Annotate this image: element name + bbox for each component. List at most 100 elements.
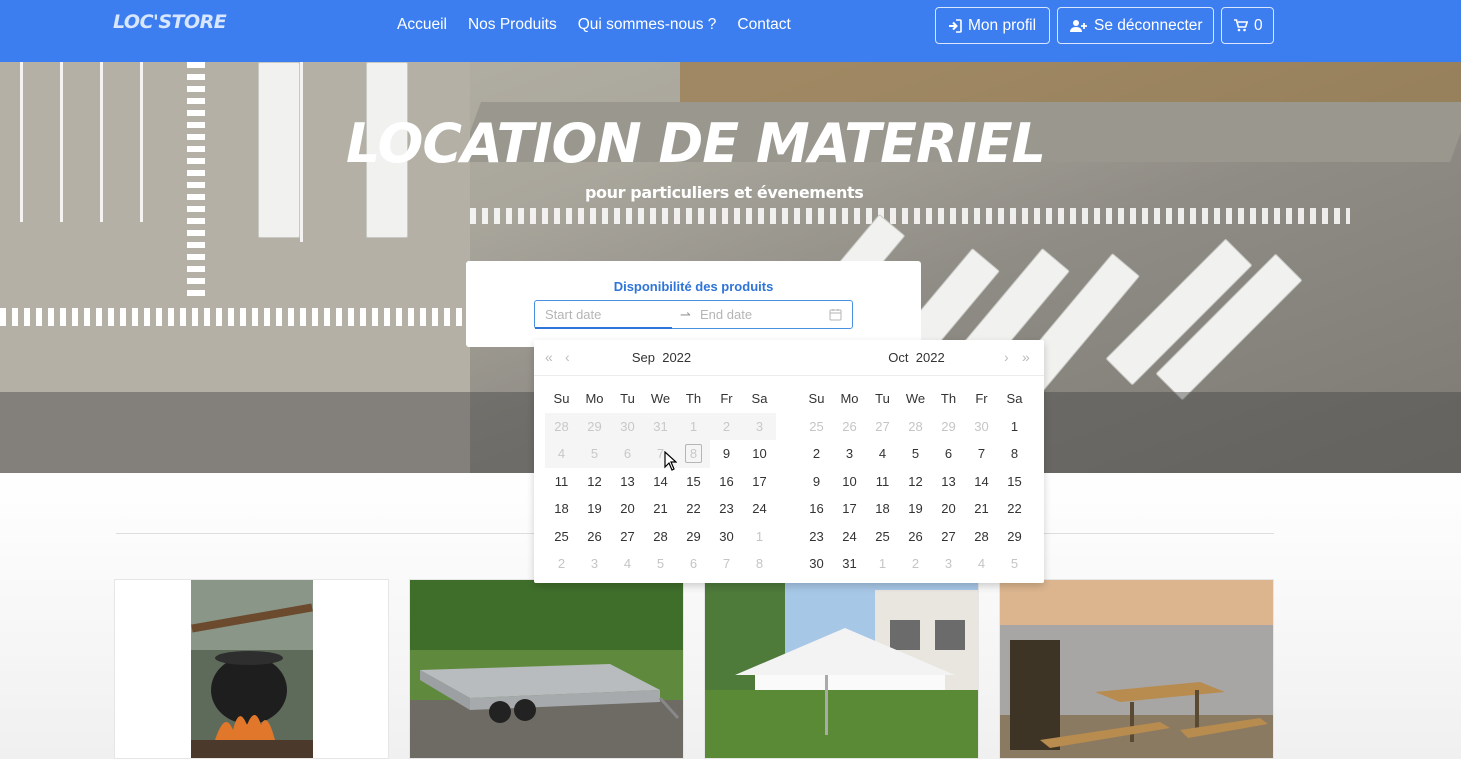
logo[interactable]: LOC'STORE [113,11,227,33]
calendar-day[interactable]: 13 [611,468,644,496]
product-card[interactable] [114,579,389,759]
calendar-day[interactable]: 9 [800,468,833,496]
month-title-left[interactable]: Sep 2022 [534,350,789,365]
calendar-day[interactable]: 28 [899,413,932,441]
calendar-day[interactable]: 13 [932,468,965,496]
nav-link-accueil[interactable]: Accueil [397,16,447,34]
nav-link-contact[interactable]: Contact [737,16,790,34]
calendar-day[interactable]: 12 [899,468,932,496]
logout-button[interactable]: Se déconnecter [1057,7,1214,44]
calendar-day[interactable]: 18 [545,495,578,523]
product-card[interactable] [704,579,979,759]
calendar-day[interactable]: 5 [998,550,1031,578]
calendar-day[interactable]: 4 [965,550,998,578]
calendar-day[interactable]: 1 [743,523,776,551]
calendar-day[interactable]: 9 [710,440,743,468]
calendar-day[interactable]: 24 [743,495,776,523]
calendar-day[interactable]: 2 [800,440,833,468]
calendar-day[interactable]: 27 [866,413,899,441]
calendar-day[interactable]: 2 [899,550,932,578]
calendar-day[interactable]: 25 [866,523,899,551]
calendar-day[interactable]: 21 [965,495,998,523]
day-number: 25 [809,418,824,434]
calendar-day[interactable]: 3 [932,550,965,578]
calendar-day[interactable]: 30 [965,413,998,441]
calendar-day[interactable]: 14 [965,468,998,496]
weekday-label: We [905,391,926,407]
nav-link-qui-sommes-nous[interactable]: Qui sommes-nous ? [578,16,717,34]
calendar-day[interactable]: 4 [611,550,644,578]
calendar-day[interactable]: 1 [998,413,1031,441]
calendar-day[interactable]: 1 [866,550,899,578]
weekday-label: Sa [1006,391,1023,407]
calendar-day[interactable]: 11 [866,468,899,496]
date-range-picker[interactable]: Start date ⇀ End date [534,300,853,329]
calendar-day[interactable]: 4 [866,440,899,468]
day-number: 4 [557,446,566,462]
calendar-day[interactable]: 7 [965,440,998,468]
calendar-day[interactable]: 21 [644,495,677,523]
calendar-day[interactable]: 28 [644,523,677,551]
calendar-day[interactable]: 12 [578,468,611,496]
calendar-day[interactable]: 8 [743,550,776,578]
day-number: 23 [809,528,824,544]
end-date-input[interactable]: End date [700,307,752,322]
calendar-day[interactable]: 23 [800,523,833,551]
calendar-day[interactable]: 7 [710,550,743,578]
calendar-day[interactable]: 20 [932,495,965,523]
product-card[interactable] [409,579,684,759]
calendar-day[interactable]: 17 [743,468,776,496]
calendar-day: 28 [545,412,578,440]
calendar-day[interactable]: 15 [677,468,710,496]
calendar-day[interactable]: 23 [710,495,743,523]
calendar-day[interactable]: 3 [833,440,866,468]
calendar-day[interactable]: 19 [578,495,611,523]
calendar-day[interactable]: 31 [833,550,866,578]
next-month-icon[interactable]: › [1004,349,1009,365]
calendar-day[interactable]: 5 [644,550,677,578]
product-card[interactable] [999,579,1274,759]
calendar-day[interactable]: 26 [578,523,611,551]
calendar-day[interactable]: 30 [800,550,833,578]
cart-button[interactable]: 0 [1221,7,1274,44]
calendar-day[interactable]: 17 [833,495,866,523]
calendar-day[interactable]: 25 [545,523,578,551]
calendar-day[interactable]: 6 [932,440,965,468]
calendar-day[interactable]: 16 [800,495,833,523]
calendar-day[interactable]: 29 [998,523,1031,551]
calendar-day[interactable]: 22 [998,495,1031,523]
calendar-day[interactable]: 2 [545,550,578,578]
calendar-day[interactable]: 15 [998,468,1031,496]
day-number: 26 [908,528,923,544]
calendar-day[interactable]: 28 [965,523,998,551]
calendar-day[interactable]: 24 [833,523,866,551]
next-year-icon[interactable]: » [1022,349,1030,365]
calendar-day[interactable]: 26 [899,523,932,551]
calendar-day[interactable]: 19 [899,495,932,523]
profile-label: Mon profil [968,16,1037,34]
calendar-icon[interactable] [829,308,842,326]
calendar-day[interactable]: 27 [932,523,965,551]
calendar-day[interactable]: 20 [611,495,644,523]
nav-link-nos-produits[interactable]: Nos Produits [468,16,557,34]
calendar-day[interactable]: 5 [899,440,932,468]
calendar-day[interactable]: 8 [998,440,1031,468]
product-image [1000,580,1273,758]
calendar-day[interactable]: 10 [833,468,866,496]
calendar-day[interactable]: 27 [611,523,644,551]
calendar-day[interactable]: 11 [545,468,578,496]
calendar-day[interactable]: 29 [932,413,965,441]
calendar-day[interactable]: 22 [677,495,710,523]
calendar-day[interactable]: 26 [833,413,866,441]
profile-button[interactable]: Mon profil [935,7,1050,44]
calendar-day[interactable]: 10 [743,440,776,468]
start-date-input[interactable]: Start date [545,307,601,322]
day-number: 30 [719,528,734,544]
calendar-day[interactable]: 6 [677,550,710,578]
calendar-day[interactable]: 18 [866,495,899,523]
calendar-day[interactable]: 30 [710,523,743,551]
calendar-day[interactable]: 16 [710,468,743,496]
calendar-day[interactable]: 29 [677,523,710,551]
calendar-day[interactable]: 25 [800,413,833,441]
calendar-day[interactable]: 3 [578,550,611,578]
